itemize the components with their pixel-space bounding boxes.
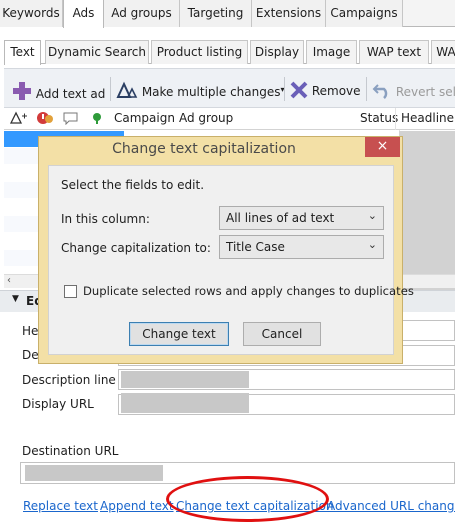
sort-delta-icon[interactable] xyxy=(9,111,28,128)
tab-label: Extensions xyxy=(255,6,322,20)
destination-url-label: Destination URL xyxy=(22,444,119,458)
dialog-title: Change text capitalization xyxy=(112,141,296,157)
ads-grid-header: Campaign Ad group Status Headline xyxy=(4,108,455,130)
make-multiple-changes-button[interactable]: Make multiple changes▾ xyxy=(116,76,285,102)
redacted-text xyxy=(25,465,163,481)
column-divider xyxy=(395,108,396,130)
tab-wap-text[interactable]: WAP text xyxy=(359,40,429,64)
tab-label: WA xyxy=(436,45,455,59)
tab-label: Text xyxy=(10,45,35,59)
undo-icon xyxy=(372,81,392,102)
capitalization-select-label: Change capitalization to: xyxy=(61,241,211,255)
ads-toolbar: Add text ad Make multiple changes▾ Remov… xyxy=(4,68,455,108)
column-status[interactable]: Status xyxy=(360,111,398,125)
tab-label: Dynamic Search xyxy=(48,45,146,59)
append-text-link[interactable]: Append text xyxy=(100,499,174,513)
change-text-button[interactable]: Change text xyxy=(129,322,229,346)
button-label: Change text xyxy=(142,327,216,341)
tab-label: Product listing xyxy=(156,45,243,59)
cancel-button[interactable]: Cancel xyxy=(243,322,321,346)
button-label: Add text ad xyxy=(35,87,106,101)
redacted-text xyxy=(121,393,249,413)
ad-type-tab-bar: Text Dynamic Search Product listing Disp… xyxy=(4,40,455,65)
dialog-title-bar[interactable]: Change text capitalization × xyxy=(39,137,402,161)
close-icon[interactable]: × xyxy=(365,137,400,157)
tab-label: Image xyxy=(312,45,351,59)
toolbar-divider xyxy=(110,77,111,101)
warning-badge-icon[interactable] xyxy=(36,111,54,128)
tab-label: Display xyxy=(254,45,300,59)
description-line-2-label: Description line 2 xyxy=(22,373,128,387)
dialog-instructions: Select the fields to edit. xyxy=(61,178,205,192)
status-dot-icon[interactable] xyxy=(90,111,104,128)
tab-label: Targeting xyxy=(187,6,244,20)
column-select[interactable]: All lines of ad text ⌄ xyxy=(219,206,384,230)
tab-image[interactable]: Image xyxy=(306,40,357,64)
scroll-left-icon[interactable]: ‹ xyxy=(7,275,11,286)
tab-extensions[interactable]: Extensions xyxy=(252,0,326,27)
tab-product-listing[interactable]: Product listing xyxy=(151,40,248,64)
duplicate-rows-label[interactable]: Duplicate selected rows and apply change… xyxy=(83,284,414,298)
toolbar-divider xyxy=(284,77,285,101)
capitalization-select[interactable]: Title Case ⌄ xyxy=(219,235,384,259)
column-headline[interactable]: Headline xyxy=(401,111,454,125)
advanced-url-changes-link[interactable]: Advanced URL changes xyxy=(327,499,455,513)
tab-ads[interactable]: Ads xyxy=(63,0,104,28)
tab-display[interactable]: Display xyxy=(250,40,304,64)
column-select-value: All lines of ad text xyxy=(226,211,335,225)
description-line-2-field[interactable] xyxy=(118,369,455,390)
chevron-down-icon: ⌄ xyxy=(367,209,377,222)
change-capitalization-dialog: Change text capitalization × Select the … xyxy=(38,136,414,364)
remove-button[interactable]: Remove xyxy=(290,76,361,102)
tab-keywords[interactable]: Keywords xyxy=(0,0,63,27)
button-label: Revert sele xyxy=(395,85,455,99)
highlight-annotation-oval xyxy=(166,476,329,522)
capitalization-select-value: Title Case xyxy=(226,240,285,254)
collapse-arrow-icon[interactable]: ▼ xyxy=(12,294,19,304)
tab-dynamic-search[interactable]: Dynamic Search xyxy=(45,40,149,64)
tab-campaigns[interactable]: Campaigns xyxy=(326,0,403,27)
headline-column-content xyxy=(399,131,455,291)
tab-label: Ads xyxy=(72,6,95,20)
tab-wap-truncated[interactable]: WA xyxy=(431,40,455,64)
dialog-body: Select the fields to edit. In this colum… xyxy=(48,165,414,355)
tab-label: WAP text xyxy=(366,45,422,59)
plus-icon xyxy=(12,81,32,104)
display-url-field[interactable] xyxy=(118,393,455,415)
chevron-down-icon: ⌄ xyxy=(367,238,377,251)
button-label: Make multiple changes xyxy=(141,85,281,99)
column-ad-group[interactable]: Ad group xyxy=(179,111,233,125)
revert-button[interactable]: Revert sele xyxy=(372,76,455,102)
tab-ad-groups[interactable]: Ad groups xyxy=(104,0,180,27)
tab-label: Keywords xyxy=(2,6,60,20)
column-select-label: In this column: xyxy=(61,212,150,226)
remove-x-icon xyxy=(290,81,308,102)
tab-label: Campaigns xyxy=(330,6,398,20)
column-campaign[interactable]: Campaign xyxy=(114,111,175,125)
tab-targeting[interactable]: Targeting xyxy=(180,0,252,27)
display-url-label: Display URL xyxy=(22,397,94,411)
tab-text[interactable]: Text xyxy=(4,40,41,65)
redacted-text xyxy=(121,371,249,388)
comment-icon[interactable] xyxy=(62,111,80,128)
tab-label: Ad groups xyxy=(111,6,172,20)
delta-icon xyxy=(116,81,138,102)
button-label: Remove xyxy=(311,84,361,98)
duplicate-rows-checkbox[interactable] xyxy=(64,285,77,298)
replace-text-link[interactable]: Replace text xyxy=(23,499,98,513)
main-tab-bar: Keywords Ads Ad groups Targeting Extensi… xyxy=(0,0,455,28)
button-label: Cancel xyxy=(261,327,303,341)
toolbar-divider xyxy=(366,77,367,101)
add-text-ad-button[interactable]: Add text ad xyxy=(12,76,105,102)
